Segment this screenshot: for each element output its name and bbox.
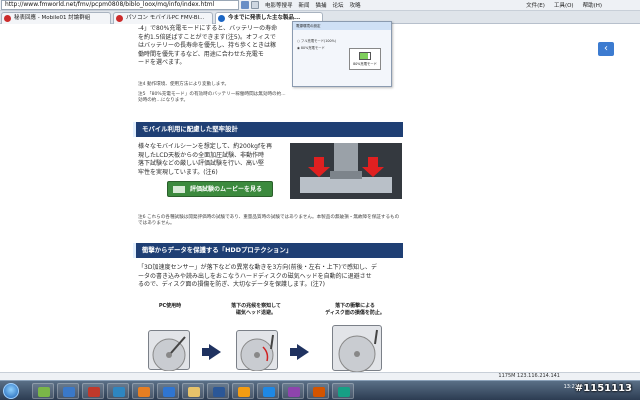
page-column: -4」で80%充電モードにすると、バッテリーの寿命 を約1.5倍延ばすことができ… xyxy=(132,21,404,373)
watch-test-movie-button[interactable]: 評価試験のムービーを見る xyxy=(167,181,273,197)
text-line: ードを選べます。 xyxy=(138,59,186,67)
start-button[interactable] xyxy=(3,383,19,399)
dialog-option: ○ フル充電モード(100%) xyxy=(297,39,337,43)
tab-label: パソコン モバイルPC FMV-BI... xyxy=(126,15,205,21)
hdd-paragraph: 「3D加速度センサー」が落下などの異常な動きを3方向(前後・左右・上下)で感知し… xyxy=(138,264,402,290)
app-icon xyxy=(263,387,275,397)
taskbar-app-word[interactable] xyxy=(207,383,229,399)
menu-help[interactable]: 帮助(H) xyxy=(583,1,602,9)
taskbar-app-folder[interactable] xyxy=(182,383,204,399)
app-icon xyxy=(338,387,350,397)
app-icon xyxy=(38,387,50,397)
text-line: はバッテリーの長寿命を優先し、持ち歩くときは稼 xyxy=(138,42,277,50)
taskbar-app-chat[interactable] xyxy=(107,383,129,399)
menu-item[interactable]: 新闻 xyxy=(299,1,310,9)
app-icon xyxy=(138,387,150,397)
pressure-test-photo xyxy=(290,143,402,199)
taskbar-app-browser[interactable] xyxy=(132,383,154,399)
taskbar-app-media[interactable] xyxy=(82,383,104,399)
taskbar: 13:22 xyxy=(0,380,640,400)
dialog-title: 電源環境の設定 xyxy=(293,22,391,30)
hdd-normal-image xyxy=(148,330,190,372)
text-line: を約1.5倍延ばすことができます(注5)。オフィスで xyxy=(138,33,276,41)
taskbar-app-ie[interactable] xyxy=(157,383,179,399)
app-icon xyxy=(213,387,225,397)
taskbar-app-browser2[interactable] xyxy=(257,383,279,399)
stage-label-protect: 落下の衝撃による ディスク面の損傷を防止。 xyxy=(325,303,385,316)
menu-item[interactable]: 猫捕 xyxy=(316,1,327,9)
refresh-icon[interactable] xyxy=(251,1,259,9)
menu-item[interactable]: 攻略 xyxy=(350,1,361,9)
footnote: 効時の約…になります。 xyxy=(138,98,189,104)
menu-file[interactable]: 文件(E) xyxy=(526,1,545,9)
section-heading-hdd: 衝撃からデータを保護する「HDDプロテクション」 xyxy=(133,243,403,258)
right-arrow-icon xyxy=(297,344,309,360)
page-viewport: -4」で80%充電モードにすると、バッテリーの寿命 を約1.5倍延ばすことができ… xyxy=(0,21,640,373)
app-icon xyxy=(313,387,325,397)
battery-icon: 80%充電モード xyxy=(349,48,381,70)
app-icon xyxy=(163,387,175,397)
text-line: 牢性を実現しています。(注6) xyxy=(138,168,218,176)
app-icon xyxy=(113,387,125,397)
app-icon xyxy=(63,387,75,397)
watermark: #1151113 xyxy=(574,383,632,394)
footnote: 注4 動作環境、使用方法により変動します。 xyxy=(138,82,230,87)
text-line: -4」で80%充電モードにすると、バッテリーの寿命 xyxy=(138,25,278,32)
tab-fmv[interactable]: パソコン モバイルPC FMV-BI... xyxy=(113,12,213,24)
system-tray[interactable] xyxy=(528,387,568,395)
tab-label: 今までに発表した主な製品... xyxy=(228,15,301,21)
app-icon xyxy=(288,387,300,397)
text-line: 様々なモバイルシーンを想定して、約200kgfを再 xyxy=(138,143,273,150)
menu-tools[interactable]: 工具(O) xyxy=(554,1,574,9)
taskbar-app-explorer[interactable] xyxy=(32,383,54,399)
section-heading-robust: モバイル利用に配慮した堅牢設計 xyxy=(133,122,403,137)
taskbar-app-edit[interactable] xyxy=(307,383,329,399)
text-line: 落下試験などの厳しい評価試験を行い、高い堅 xyxy=(138,160,265,168)
favicon-icon xyxy=(4,15,11,22)
status-bar: 1175M 123.116.214.141 xyxy=(0,372,640,380)
network-status: 1175M 123.116.214.141 xyxy=(498,373,560,379)
robust-paragraph: 様々なモバイルシーンを想定して、約200kgfを再 現したLCD天板からの全面加… xyxy=(138,143,288,177)
stage-label-retract: 落下の兆候を察知して 磁気ヘッド退避。 xyxy=(231,303,281,316)
app-icon xyxy=(238,387,250,397)
movie-button-label: 評価試験のムービーを見る xyxy=(190,186,263,193)
url-field[interactable]: http://www.fmworld.net/fmv/pcpm0808/bibl… xyxy=(1,0,239,10)
favicon-icon xyxy=(218,15,225,22)
tab-mobile01[interactable]: 秘表回應 - Mobile01 討論群組 xyxy=(1,12,111,24)
menu-item[interactable]: 论坛 xyxy=(333,1,344,9)
right-arrow-icon xyxy=(209,344,221,360)
favicon-icon xyxy=(116,15,123,22)
taskbar-app-viewer[interactable] xyxy=(282,383,304,399)
hdd-retract-image xyxy=(236,330,278,372)
battery-label: 80%充電モード xyxy=(353,62,377,66)
text-line: 現したLCD天板からの全面加圧試験、非動作時 xyxy=(138,151,265,159)
taskbar-app-pinyin[interactable] xyxy=(57,383,79,399)
text-line: ータの書き込みや読み出しをおこなうハードディスクの磁気ヘッドを自動的に退避させ xyxy=(138,272,372,280)
photo-illustration xyxy=(290,143,402,199)
charge-mode-dialog-image: 電源環境の設定 ○ フル充電モード(100%) ◉ 80%充電モード 80%充電… xyxy=(292,21,392,87)
text-line: 「3D加速度センサー」が落下などの異常な動きを3方向(前後・左右・上下)で感知し… xyxy=(138,264,377,271)
back-arrow-button[interactable]: ‹ xyxy=(598,42,614,56)
footnote-6: 注6 これらの各種試験は開発評価時の試験であり、重量品質時の試験ではありません。… xyxy=(138,215,400,227)
dropdown-icon[interactable] xyxy=(241,1,249,9)
app-menu: 文件(E) 工具(O) 帮助(H) xyxy=(526,1,602,9)
hdd-protect-image xyxy=(332,325,382,373)
play-arrow-icon xyxy=(173,186,185,193)
stage-label-normal: PC使用時 xyxy=(158,303,182,309)
app-icon xyxy=(188,387,200,397)
taskbar-app-mail[interactable] xyxy=(332,383,354,399)
footnotes-top: 注4 動作環境、使用方法により変動します。 注5 「80%充電モード」の有効時の… xyxy=(138,82,298,105)
taskbar-app-player[interactable] xyxy=(232,383,254,399)
menu-item[interactable]: 电影等搜寻 xyxy=(265,1,293,9)
toolbar-menu: 电影等搜寻 新闻 猫捕 论坛 攻略 xyxy=(265,1,361,9)
tab-label: 秘表回應 - Mobile01 討論群組 xyxy=(14,15,91,21)
address-bar: http://www.fmworld.net/fmv/pcpm0808/bibl… xyxy=(0,0,640,11)
app-icon xyxy=(88,387,100,397)
intro-paragraph: -4」で80%充電モードにすると、バッテリーの寿命 を約1.5倍延ばすことができ… xyxy=(138,25,288,68)
text-line: るので、ディスク面の損傷を防ぎ、大切なデータを保護します。(注7) xyxy=(138,281,325,289)
